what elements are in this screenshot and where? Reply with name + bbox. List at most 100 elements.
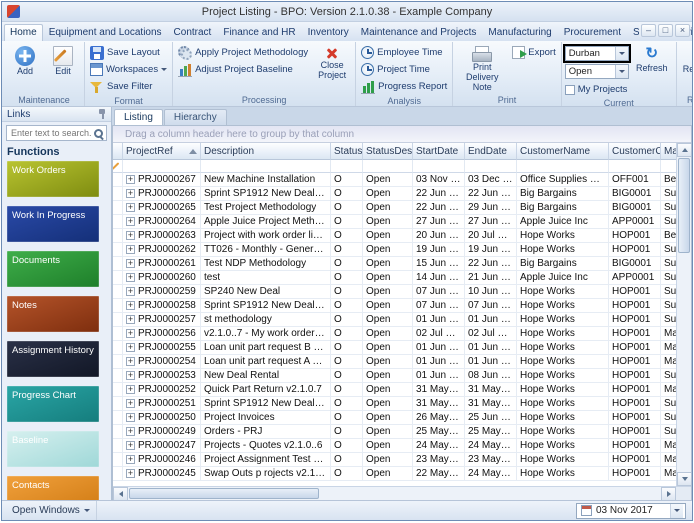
table-row[interactable]: + PRJ0000247 Projects - Quotes v2.1.0..6 O O… [113,439,676,453]
ribbon-tab-manufacturing[interactable]: Manufacturing [482,24,557,41]
chevron-down-icon[interactable] [614,47,628,60]
chevron-down-icon[interactable] [614,65,628,78]
expand-icon[interactable]: + [126,385,135,394]
open-windows-button[interactable]: Open Windows [6,501,97,520]
pin-icon[interactable] [96,108,108,120]
table-row[interactable]: + PRJ0000259 SP240 New Deal O Open 07 Jun 20 1… [113,285,676,299]
tile-progress-chart[interactable]: Progress Chart [7,386,99,422]
column-header-cust[interactable]: CustomerName [517,143,609,160]
expand-icon[interactable]: + [126,315,135,324]
tile-assignment-history[interactable]: Assignment History [7,341,99,377]
table-row[interactable]: + PRJ0000252 Quick Part Return v2.1.0.7 O Op… [113,383,676,397]
table-row[interactable]: + PRJ0000256 v2.1.0..7 - My work order lin… [113,327,676,341]
ribbon-tab-maintenance-and-projects[interactable]: Maintenance and Projects [355,24,483,41]
table-row[interactable]: +PRJ0000246Project Assignment Test v2..0… [113,453,676,467]
column-header-desc[interactable]: Description [201,143,331,160]
chevron-down-icon[interactable] [670,503,683,518]
add-button[interactable]: Add [7,44,43,77]
tile-work-orders[interactable]: Work Orders [7,161,99,197]
table-row[interactable]: +PRJ0000260testOOpen14 Jun 201721 Jun 20… [113,271,676,285]
column-header-sdesc[interactable]: StatusDesc [363,143,413,160]
progress-report-button[interactable]: Progress Report [359,78,449,95]
search-icon[interactable] [93,128,104,139]
expand-icon[interactable]: + [126,287,135,296]
filter-cell-cust[interactable] [517,160,609,173]
table-row[interactable]: + PRJ0000254 Loan unit part request A clas… [113,355,676,369]
checkbox-icon[interactable] [564,84,575,95]
tile-baseline[interactable]: Baseline [7,431,99,467]
edit-button[interactable]: Edit [45,44,81,77]
table-row[interactable]: + PRJ0000250 Project Invoices O Open 26 May 2… [113,411,676,425]
expand-icon[interactable]: + [126,413,135,422]
expand-icon[interactable]: + [126,217,135,226]
close-project-button[interactable]: Close Project [312,44,352,81]
tab-listing[interactable]: Listing [114,109,163,125]
expand-icon[interactable]: + [126,371,135,380]
scroll-right-button[interactable] [661,487,676,500]
ribbon-tab-finance-and-hr[interactable]: Finance and HR [217,24,301,41]
my-projects-checkbox[interactable]: My Projects [564,82,629,97]
table-row[interactable]: + PRJ0000255 Loan unit part request B clas… [113,341,676,355]
tab-hierarchy[interactable]: Hierarchy [163,109,227,125]
group-by-panel[interactable]: Drag a column header here to group by th… [113,126,691,143]
expand-icon[interactable]: + [126,203,135,212]
sidebar-search[interactable] [6,125,107,141]
tile-contacts[interactable]: Contacts [7,476,99,500]
filter-cell-mgr[interactable] [661,160,676,173]
maximize-button[interactable]: □ [658,24,673,37]
close-button[interactable]: × [675,24,690,37]
expand-icon[interactable]: + [126,399,135,408]
horizontal-scroll-thumb[interactable] [129,488,319,499]
grid-filter-row[interactable] [113,160,676,173]
table-row[interactable]: + PRJ0000251 Sprint SP1912 New Deal Sale O O… [113,397,676,411]
tile-notes[interactable]: Notes [7,296,99,332]
table-row[interactable]: + PRJ0000267 New Machine Installation O Open… [113,173,676,187]
scroll-up-button[interactable] [677,143,691,157]
filter-cell-start[interactable] [413,160,465,173]
date-picker[interactable]: 03 Nov 2017 [576,502,686,519]
expand-icon[interactable]: + [126,427,135,436]
refresh-button[interactable]: Refresh [631,44,673,74]
filter-cell-status[interactable] [331,160,363,173]
table-row[interactable]: +PRJ0000264Apple Juice Project Methodolo… [113,215,676,229]
adjust-project-baseline-button[interactable]: Adjust Project Baseline [176,61,310,78]
table-row[interactable]: + PRJ0000253 New Deal Rental O Open 01 Jun 20… [113,369,676,383]
minimize-button[interactable]: – [641,24,656,37]
table-row[interactable]: + PRJ0000258 Sprint SP1912 New Deal Sale O O… [113,299,676,313]
expand-icon[interactable]: + [126,245,135,254]
expand-icon[interactable]: + [126,189,135,198]
table-row[interactable]: + PRJ0000265 Test Project Methodology O Open… [113,201,676,215]
filter-cell-ref[interactable] [123,160,201,173]
expand-icon[interactable]: + [126,343,135,352]
table-row[interactable]: +PRJ0000262TT026 - Monthly - Generate Pr… [113,243,676,257]
filter-cell-end[interactable] [465,160,517,173]
filter-cell-sdesc[interactable] [363,160,413,173]
project-time-button[interactable]: Project Time [359,61,449,78]
search-input[interactable] [9,127,93,139]
export-button[interactable]: Export [510,44,557,61]
expand-icon[interactable]: + [126,329,135,338]
table-row[interactable]: +PRJ0000249Orders - PRJOOpen25 May 20172… [113,425,676,439]
table-row[interactable]: + PRJ0000245 Swap Outs p rojects v2.1.0.5 O… [113,467,676,481]
expand-icon[interactable]: + [126,273,135,282]
filter-cell-code[interactable] [609,160,661,173]
table-row[interactable]: + PRJ0000266 Sprint SP1912 New Deal Sale O O… [113,187,676,201]
table-row[interactable]: +PRJ0000257st methodologyOOpen01 Jun 201… [113,313,676,327]
expand-icon[interactable]: + [126,301,135,310]
status-dropdown[interactable]: Open [564,64,629,79]
filter-cell-desc[interactable] [201,160,331,173]
scroll-left-button[interactable] [113,487,128,500]
reports-button[interactable]: Reports [680,44,692,75]
horizontal-scrollbar[interactable] [113,486,691,500]
column-header-end[interactable]: EndDate [465,143,517,160]
column-header-start[interactable]: StartDate [413,143,465,160]
column-header-ref[interactable]: ProjectRef [123,143,201,160]
ribbon-tab-contract[interactable]: Contract [168,24,218,41]
column-header-status[interactable]: Status [331,143,363,160]
expand-icon[interactable]: + [126,175,135,184]
expand-icon[interactable]: + [126,469,135,478]
ribbon-tab-inventory[interactable]: Inventory [302,24,355,41]
expand-icon[interactable]: + [126,259,135,268]
table-row[interactable]: + PRJ0000261 Test NDP Methodology O Open 15 J… [113,257,676,271]
save-layout-button[interactable]: Save Layout [88,44,169,61]
